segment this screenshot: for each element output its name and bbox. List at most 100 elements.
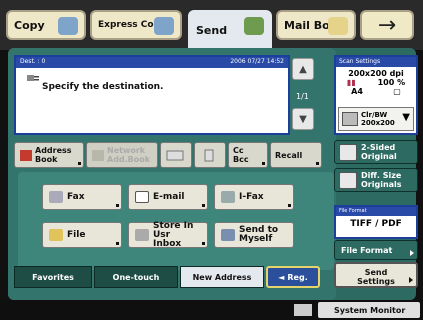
- status-bar: System Monitor: [0, 300, 423, 320]
- cc-bcc-label: Cc Bcc: [233, 146, 249, 164]
- file-format-value: TIFF / PDF: [350, 219, 402, 229]
- page-icon: ▢: [393, 87, 401, 96]
- file-format-button[interactable]: File Format: [334, 240, 418, 260]
- menu-dot: [288, 204, 291, 207]
- page-indicator: 1/1: [296, 92, 309, 101]
- two-sided-icon: [339, 144, 357, 161]
- destination-display: Dest. : 0 2006 07/27 14:52 Specify the d…: [14, 55, 290, 135]
- address-type-area: Fax E-mail I-Fax File Store In Usr Inbox…: [18, 172, 334, 270]
- tab-copy[interactable]: Copy: [6, 10, 86, 40]
- email-icon: [135, 191, 149, 203]
- diff-size-label: Diff. Size Originals: [361, 171, 402, 189]
- diff-size-icon: [339, 172, 357, 189]
- register-label: Reg.: [287, 272, 308, 282]
- send-to-myself-icon: [221, 229, 235, 241]
- menu-dot: [116, 204, 119, 207]
- tab-send-label: Send: [196, 23, 228, 37]
- email-label: E-mail: [153, 191, 185, 202]
- color-mode-icon: [342, 112, 358, 126]
- destination-header: Dest. : 0 2006 07/27 14:52: [16, 57, 288, 68]
- menu-arrow-icon: [409, 277, 413, 283]
- next-tab-button[interactable]: →: [360, 10, 414, 40]
- diff-size-originals-button[interactable]: Diff. Size Originals: [334, 168, 418, 192]
- file-label: File: [67, 229, 86, 240]
- favorites-label: Favorites: [32, 272, 74, 282]
- send-screen: Copy Express Copy Send Mail Box → Dest. …: [0, 0, 423, 320]
- send-settings-button[interactable]: Send Settings: [334, 262, 418, 288]
- fax-label: Fax: [67, 191, 85, 202]
- folder-icon: [49, 229, 63, 241]
- store-in-user-inbox-button[interactable]: Store In Usr Inbox: [128, 220, 208, 249]
- express-copy-icon: [154, 17, 174, 35]
- inbox-icon: [135, 229, 149, 241]
- menu-dot: [262, 162, 265, 165]
- details-icon: [166, 150, 184, 161]
- recall-label: Recall: [275, 150, 303, 160]
- file-button[interactable]: File: [42, 222, 122, 248]
- tab-send[interactable]: Send: [188, 10, 272, 50]
- two-sided-original-button[interactable]: 2-Sided Original: [334, 140, 418, 164]
- two-sided-label: 2-Sided Original: [361, 143, 397, 161]
- favorites-tab[interactable]: Favorites: [14, 266, 92, 288]
- color-mode-value: Clr/BW: [361, 111, 388, 119]
- scan-settings-header: Scan Settings: [336, 57, 416, 67]
- send-icon: [244, 17, 264, 35]
- destination-count: Dest. : 0: [20, 58, 46, 65]
- network-address-book-button[interactable]: Network Add.Book: [86, 142, 158, 168]
- new-address-tab[interactable]: New Address: [180, 266, 264, 288]
- color-resolution-select[interactable]: Clr/BW 200x200 ▼: [338, 107, 414, 131]
- file-format-button-label: File Format: [341, 245, 393, 255]
- color-bw-icon: ▮▮: [346, 78, 356, 87]
- scan-settings-panel: Scan Settings 200x200 dpi ▮▮ 100 % A4 ▢ …: [334, 55, 418, 135]
- menu-dot: [78, 162, 81, 165]
- menu-dot: [202, 204, 205, 207]
- store-in-user-inbox-label: Store In Usr Inbox: [153, 220, 194, 249]
- mail-box-icon: [328, 17, 348, 35]
- scroll-down-button[interactable]: ▼: [292, 108, 314, 130]
- copy-icon: [58, 17, 78, 35]
- ifax-button[interactable]: I-Fax: [214, 184, 294, 210]
- delete-button[interactable]: [194, 142, 226, 168]
- system-monitor-button[interactable]: System Monitor: [318, 302, 420, 318]
- cc-bcc-button[interactable]: Cc Bcc: [228, 142, 268, 168]
- menu-arrow-icon: [410, 250, 414, 256]
- scroll-up-button[interactable]: ▲: [292, 58, 314, 80]
- recall-button[interactable]: Recall: [270, 142, 322, 168]
- new-address-label: New Address: [192, 272, 252, 282]
- arrow-right-icon: →: [377, 12, 397, 38]
- menu-dot: [316, 162, 319, 165]
- one-touch-tab[interactable]: One-touch: [94, 266, 178, 288]
- date-time: 2006 07/27 14:52: [230, 58, 284, 65]
- triangle-up-icon: ▲: [299, 63, 307, 75]
- system-monitor-label: System Monitor: [334, 305, 406, 315]
- menu-dot: [116, 242, 119, 245]
- trash-icon: [204, 149, 214, 162]
- destination-message: Specify the destination.: [42, 82, 164, 92]
- send-to-myself-button[interactable]: Send to Myself: [214, 222, 294, 248]
- paper-size: A4: [351, 87, 363, 96]
- triangle-down-icon: ▼: [299, 113, 307, 125]
- address-book-icon: [20, 150, 32, 161]
- register-icon: ◄: [278, 272, 285, 282]
- ifax-label: I-Fax: [239, 191, 264, 202]
- email-button[interactable]: E-mail: [128, 184, 208, 210]
- color-resolution-value: 200x200: [361, 119, 395, 127]
- tab-express-copy[interactable]: Express Copy: [90, 10, 182, 40]
- menu-dot: [202, 242, 205, 245]
- network-address-book-label: Network Add.Book: [107, 146, 151, 164]
- network-book-icon: [92, 150, 104, 161]
- file-format-panel: File Format TIFF / PDF: [334, 205, 418, 239]
- status-icon: [294, 304, 312, 316]
- destination-icon: [27, 75, 39, 81]
- scan-info-row: ▮▮ 100 %: [336, 78, 416, 87]
- file-format-header: File Format: [336, 207, 416, 216]
- address-book-button[interactable]: Address Book: [14, 142, 84, 168]
- details-button[interactable]: [160, 142, 192, 168]
- fax-button[interactable]: Fax: [42, 184, 122, 210]
- tab-mail-box[interactable]: Mail Box: [276, 10, 356, 40]
- tab-copy-label: Copy: [14, 18, 45, 32]
- address-book-label: Address Book: [35, 146, 72, 164]
- dropdown-arrow-icon: ▼: [402, 112, 410, 123]
- register-button[interactable]: ◄ Reg.: [266, 266, 320, 288]
- color-resolution-text: Clr/BW 200x200: [361, 111, 395, 127]
